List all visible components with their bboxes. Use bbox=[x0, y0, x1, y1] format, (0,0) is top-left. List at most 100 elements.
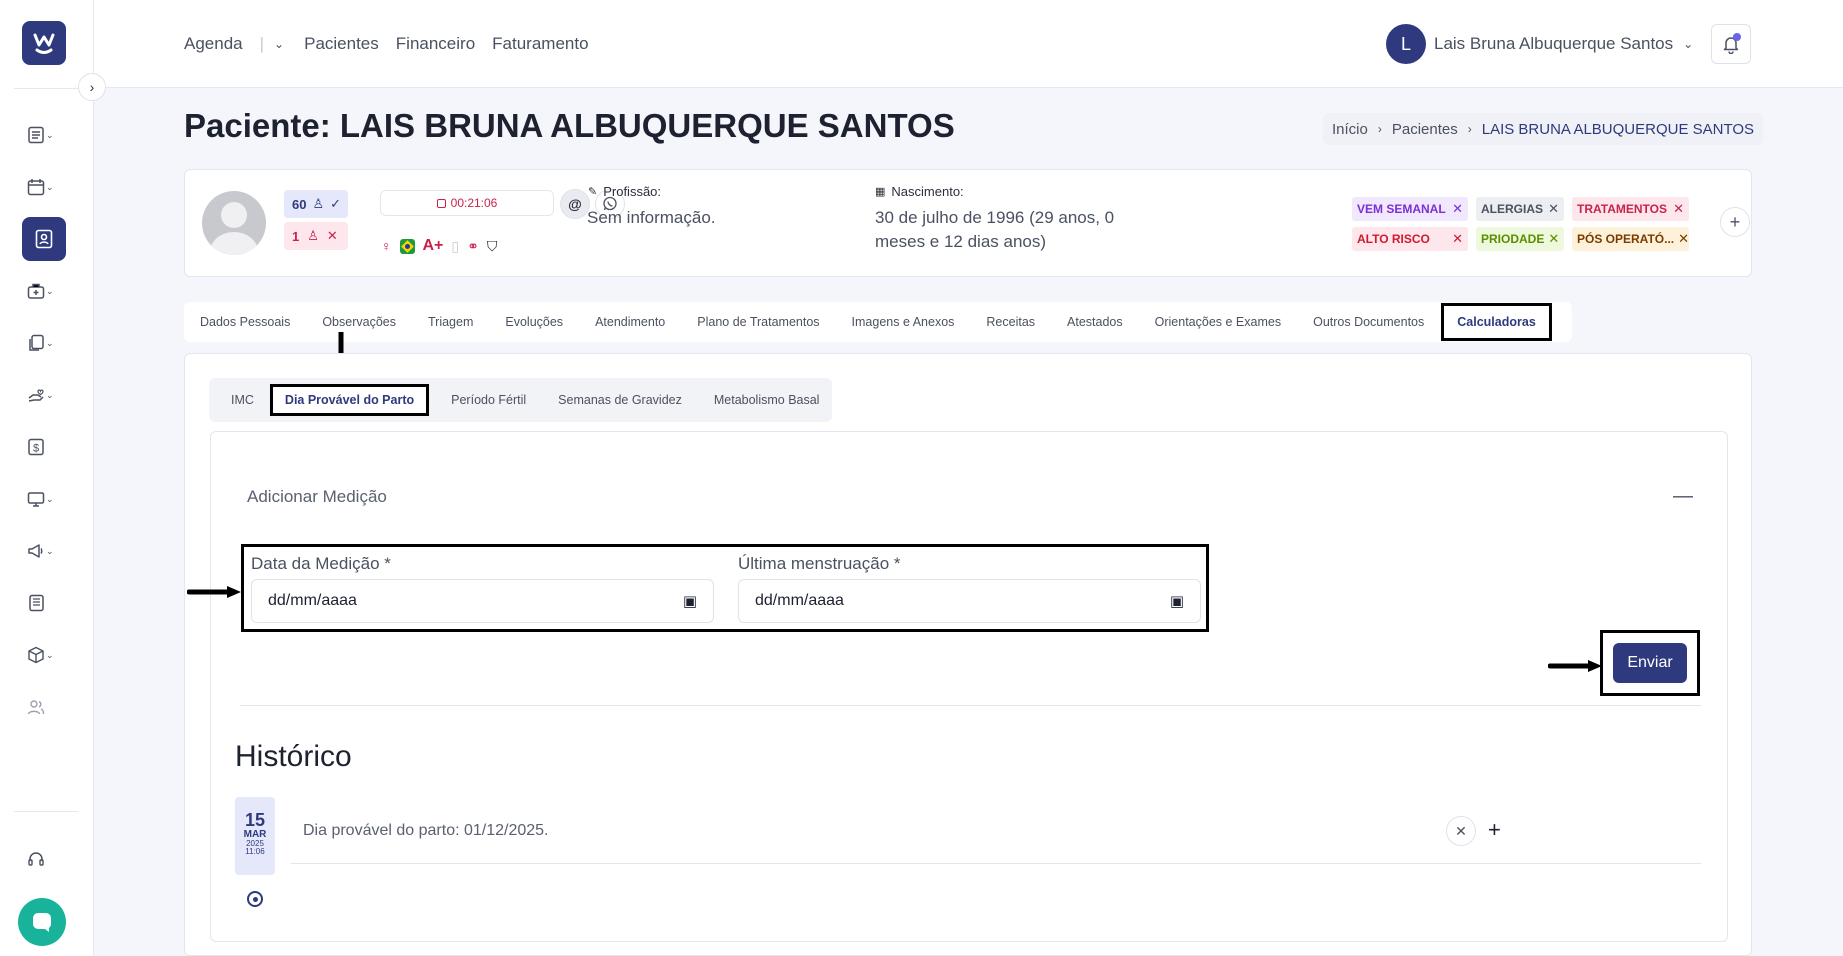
nav-faturamento[interactable]: Faturamento bbox=[492, 34, 588, 54]
list-icon bbox=[28, 126, 44, 144]
sidebar-item-finance[interactable]: $ bbox=[27, 432, 63, 462]
patient-tag[interactable]: PÓS OPERATÓ... ✕ bbox=[1572, 227, 1689, 251]
patient-tag[interactable]: PRIODADE ✕ bbox=[1476, 227, 1564, 251]
email-button[interactable]: @ bbox=[560, 189, 590, 219]
calendar-icon[interactable]: ▣ bbox=[683, 592, 697, 610]
app-logo[interactable] bbox=[22, 21, 66, 65]
remove-tag-icon[interactable]: ✕ bbox=[1548, 201, 1559, 217]
users-icon bbox=[27, 700, 45, 715]
breadcrumb-home[interactable]: Início bbox=[1332, 121, 1368, 138]
subtab-metabolismo-basal[interactable]: Metabolismo Basal bbox=[698, 393, 836, 407]
plus-icon: + bbox=[1729, 211, 1741, 232]
patient-tags: VEM SEMANAL ✕ ALERGIAS ✕ TRATAMENTOS ✕ ALTO RI… bbox=[1352, 197, 1692, 251]
add-tag-button[interactable]: + bbox=[1720, 207, 1750, 237]
absent-count: 1 bbox=[292, 228, 300, 244]
sidebar-divider bbox=[14, 88, 78, 89]
sidebar-item-calendar[interactable]: ⌄ bbox=[27, 172, 63, 202]
calendar-icon bbox=[27, 179, 45, 196]
profession-label-text: Profissão: bbox=[603, 184, 662, 199]
tab-receitas[interactable]: Receitas bbox=[970, 302, 1051, 342]
tab-imagens-e-anexos[interactable]: Imagens e Anexos bbox=[836, 302, 971, 342]
remove-tag-icon[interactable]: ✕ bbox=[1678, 231, 1689, 247]
wrench-icon: ✎ bbox=[588, 186, 598, 198]
sidebar-item-records[interactable]: ⌄ bbox=[27, 120, 63, 150]
sidebar-item-users[interactable] bbox=[27, 692, 63, 722]
last-period-input[interactable]: dd/mm/aaaa ▣ bbox=[738, 579, 1201, 623]
patient-photo[interactable] bbox=[202, 191, 266, 255]
remove-tag-icon[interactable]: ✕ bbox=[1548, 231, 1559, 247]
collapse-icon[interactable]: — bbox=[1673, 485, 1693, 508]
tab-outros-documentos[interactable]: Outros Documentos bbox=[1297, 302, 1440, 342]
profession-label: ✎ Profissão: bbox=[588, 184, 661, 199]
remove-tag-icon[interactable]: ✕ bbox=[1452, 231, 1463, 247]
chevron-right-icon: › bbox=[89, 79, 95, 95]
patient-tag[interactable]: VEM SEMANAL ✕ bbox=[1352, 197, 1468, 221]
attendance-present-badge: 60 ♙ ✓ bbox=[284, 190, 348, 218]
chevron-down-icon: ⌄ bbox=[1683, 37, 1694, 51]
add-measurement-title[interactable]: Adicionar Medição bbox=[247, 487, 387, 507]
nav-financeiro[interactable]: Financeiro bbox=[396, 34, 475, 54]
chat-icon bbox=[33, 913, 51, 932]
sidebar-item-documents[interactable]: ⌄ bbox=[27, 328, 63, 358]
chevron-down-icon[interactable]: ⌄ bbox=[274, 37, 284, 51]
chat-button[interactable] bbox=[18, 898, 66, 946]
megaphone-icon bbox=[28, 544, 43, 558]
patient-tag[interactable]: TRATAMENTOS ✕ bbox=[1572, 197, 1689, 221]
sidebar-item-support[interactable] bbox=[27, 844, 63, 874]
measurement-date-label: Data da Medição * bbox=[251, 554, 391, 573]
topbar: Agenda | ⌄ Pacientes Financeiro Faturame… bbox=[94, 0, 1843, 88]
close-icon: ✕ bbox=[1455, 822, 1467, 839]
sidebar-item-clinic[interactable]: ⌄ bbox=[27, 276, 63, 306]
breadcrumb-patients[interactable]: Pacientes bbox=[1392, 121, 1458, 138]
tab-atendimento[interactable]: Atendimento bbox=[579, 302, 681, 342]
submit-button[interactable]: Enviar bbox=[1613, 643, 1687, 683]
expand-entry-button[interactable]: + bbox=[1488, 817, 1501, 843]
annotation-arrow-right bbox=[1548, 660, 1602, 672]
patient-tag[interactable]: ALTO RISCO ✕ bbox=[1352, 227, 1468, 251]
sidebar-item-patients[interactable] bbox=[22, 217, 66, 261]
form-highlight: Data da Medição * dd/mm/aaaa ▣ Última me… bbox=[241, 544, 1209, 632]
patient-tag[interactable]: ALERGIAS ✕ bbox=[1476, 197, 1564, 221]
sidebar-item-inventory[interactable]: ⌄ bbox=[27, 640, 63, 670]
timer-value: 00:21:06 bbox=[450, 196, 498, 210]
sidebar-toggle[interactable]: › bbox=[78, 73, 106, 101]
subtab-semanas-de-gravidez[interactable]: Semanas de Gravidez bbox=[542, 393, 698, 407]
chevron-right-icon: › bbox=[1467, 122, 1472, 136]
subtab-imc[interactable]: IMC bbox=[215, 393, 270, 407]
last-period-value: dd/mm/aaaa bbox=[755, 592, 844, 609]
patient-card-icon bbox=[35, 229, 53, 249]
subtab-dia-provavel-do-parto[interactable]: Dia Provável do Parto bbox=[269, 384, 430, 416]
dollar-icon: $ bbox=[28, 438, 44, 456]
history-entry-text: Dia provável do parto: 01/12/2025. bbox=[303, 822, 549, 839]
notifications-button[interactable] bbox=[1711, 24, 1751, 64]
calendar-icon[interactable]: ▣ bbox=[1170, 592, 1184, 610]
nav-agenda[interactable]: Agenda bbox=[184, 34, 243, 54]
tab-orientacoes-e-exames[interactable]: Orientações e Exames bbox=[1139, 302, 1297, 342]
tab-calculadoras[interactable]: Calculadoras bbox=[1441, 303, 1552, 341]
sidebar-item-marketing[interactable]: ⌄ bbox=[27, 536, 63, 566]
at-icon: @ bbox=[568, 196, 582, 212]
nav-pacientes[interactable]: Pacientes bbox=[304, 34, 379, 54]
measurement-date-input[interactable]: dd/mm/aaaa ▣ bbox=[251, 579, 714, 623]
tab-evolucoes[interactable]: Evoluções bbox=[489, 302, 579, 342]
breadcrumb-current: LAIS BRUNA ALBUQUERQUE SANTOS bbox=[1481, 120, 1755, 138]
delete-entry-button[interactable]: ✕ bbox=[1446, 816, 1476, 846]
subtab-periodo-fertil[interactable]: Período Fértil bbox=[435, 393, 542, 407]
session-timer: 00:21:06 bbox=[380, 190, 554, 216]
measurement-date-value: dd/mm/aaaa bbox=[268, 592, 357, 609]
remove-tag-icon[interactable]: ✕ bbox=[1452, 201, 1463, 217]
user-menu[interactable]: L Lais Bruna Albuquerque Santos ⌄ bbox=[1386, 24, 1693, 64]
tab-observacoes[interactable]: Observações bbox=[306, 302, 412, 342]
tab-plano-de-tratamentos[interactable]: Plano de Tratamentos bbox=[681, 302, 835, 342]
sidebar-item-procedures[interactable]: ⌄ bbox=[27, 380, 63, 410]
annotation-arrow-right bbox=[187, 586, 241, 598]
remove-tag-icon[interactable]: ✕ bbox=[1673, 201, 1684, 217]
tag-label: VEM SEMANAL bbox=[1357, 202, 1446, 216]
tab-dados-pessoais[interactable]: Dados Pessoais bbox=[184, 302, 306, 342]
sidebar-item-reports[interactable] bbox=[27, 588, 63, 618]
history-entry: Dia provável do parto: 01/12/2025. ✕ + bbox=[291, 798, 1701, 864]
tab-atestados[interactable]: Atestados bbox=[1051, 302, 1139, 342]
logo-icon bbox=[33, 33, 55, 54]
sidebar-item-monitor[interactable]: ⌄ bbox=[27, 484, 63, 514]
tab-triagem[interactable]: Triagem bbox=[412, 302, 489, 342]
